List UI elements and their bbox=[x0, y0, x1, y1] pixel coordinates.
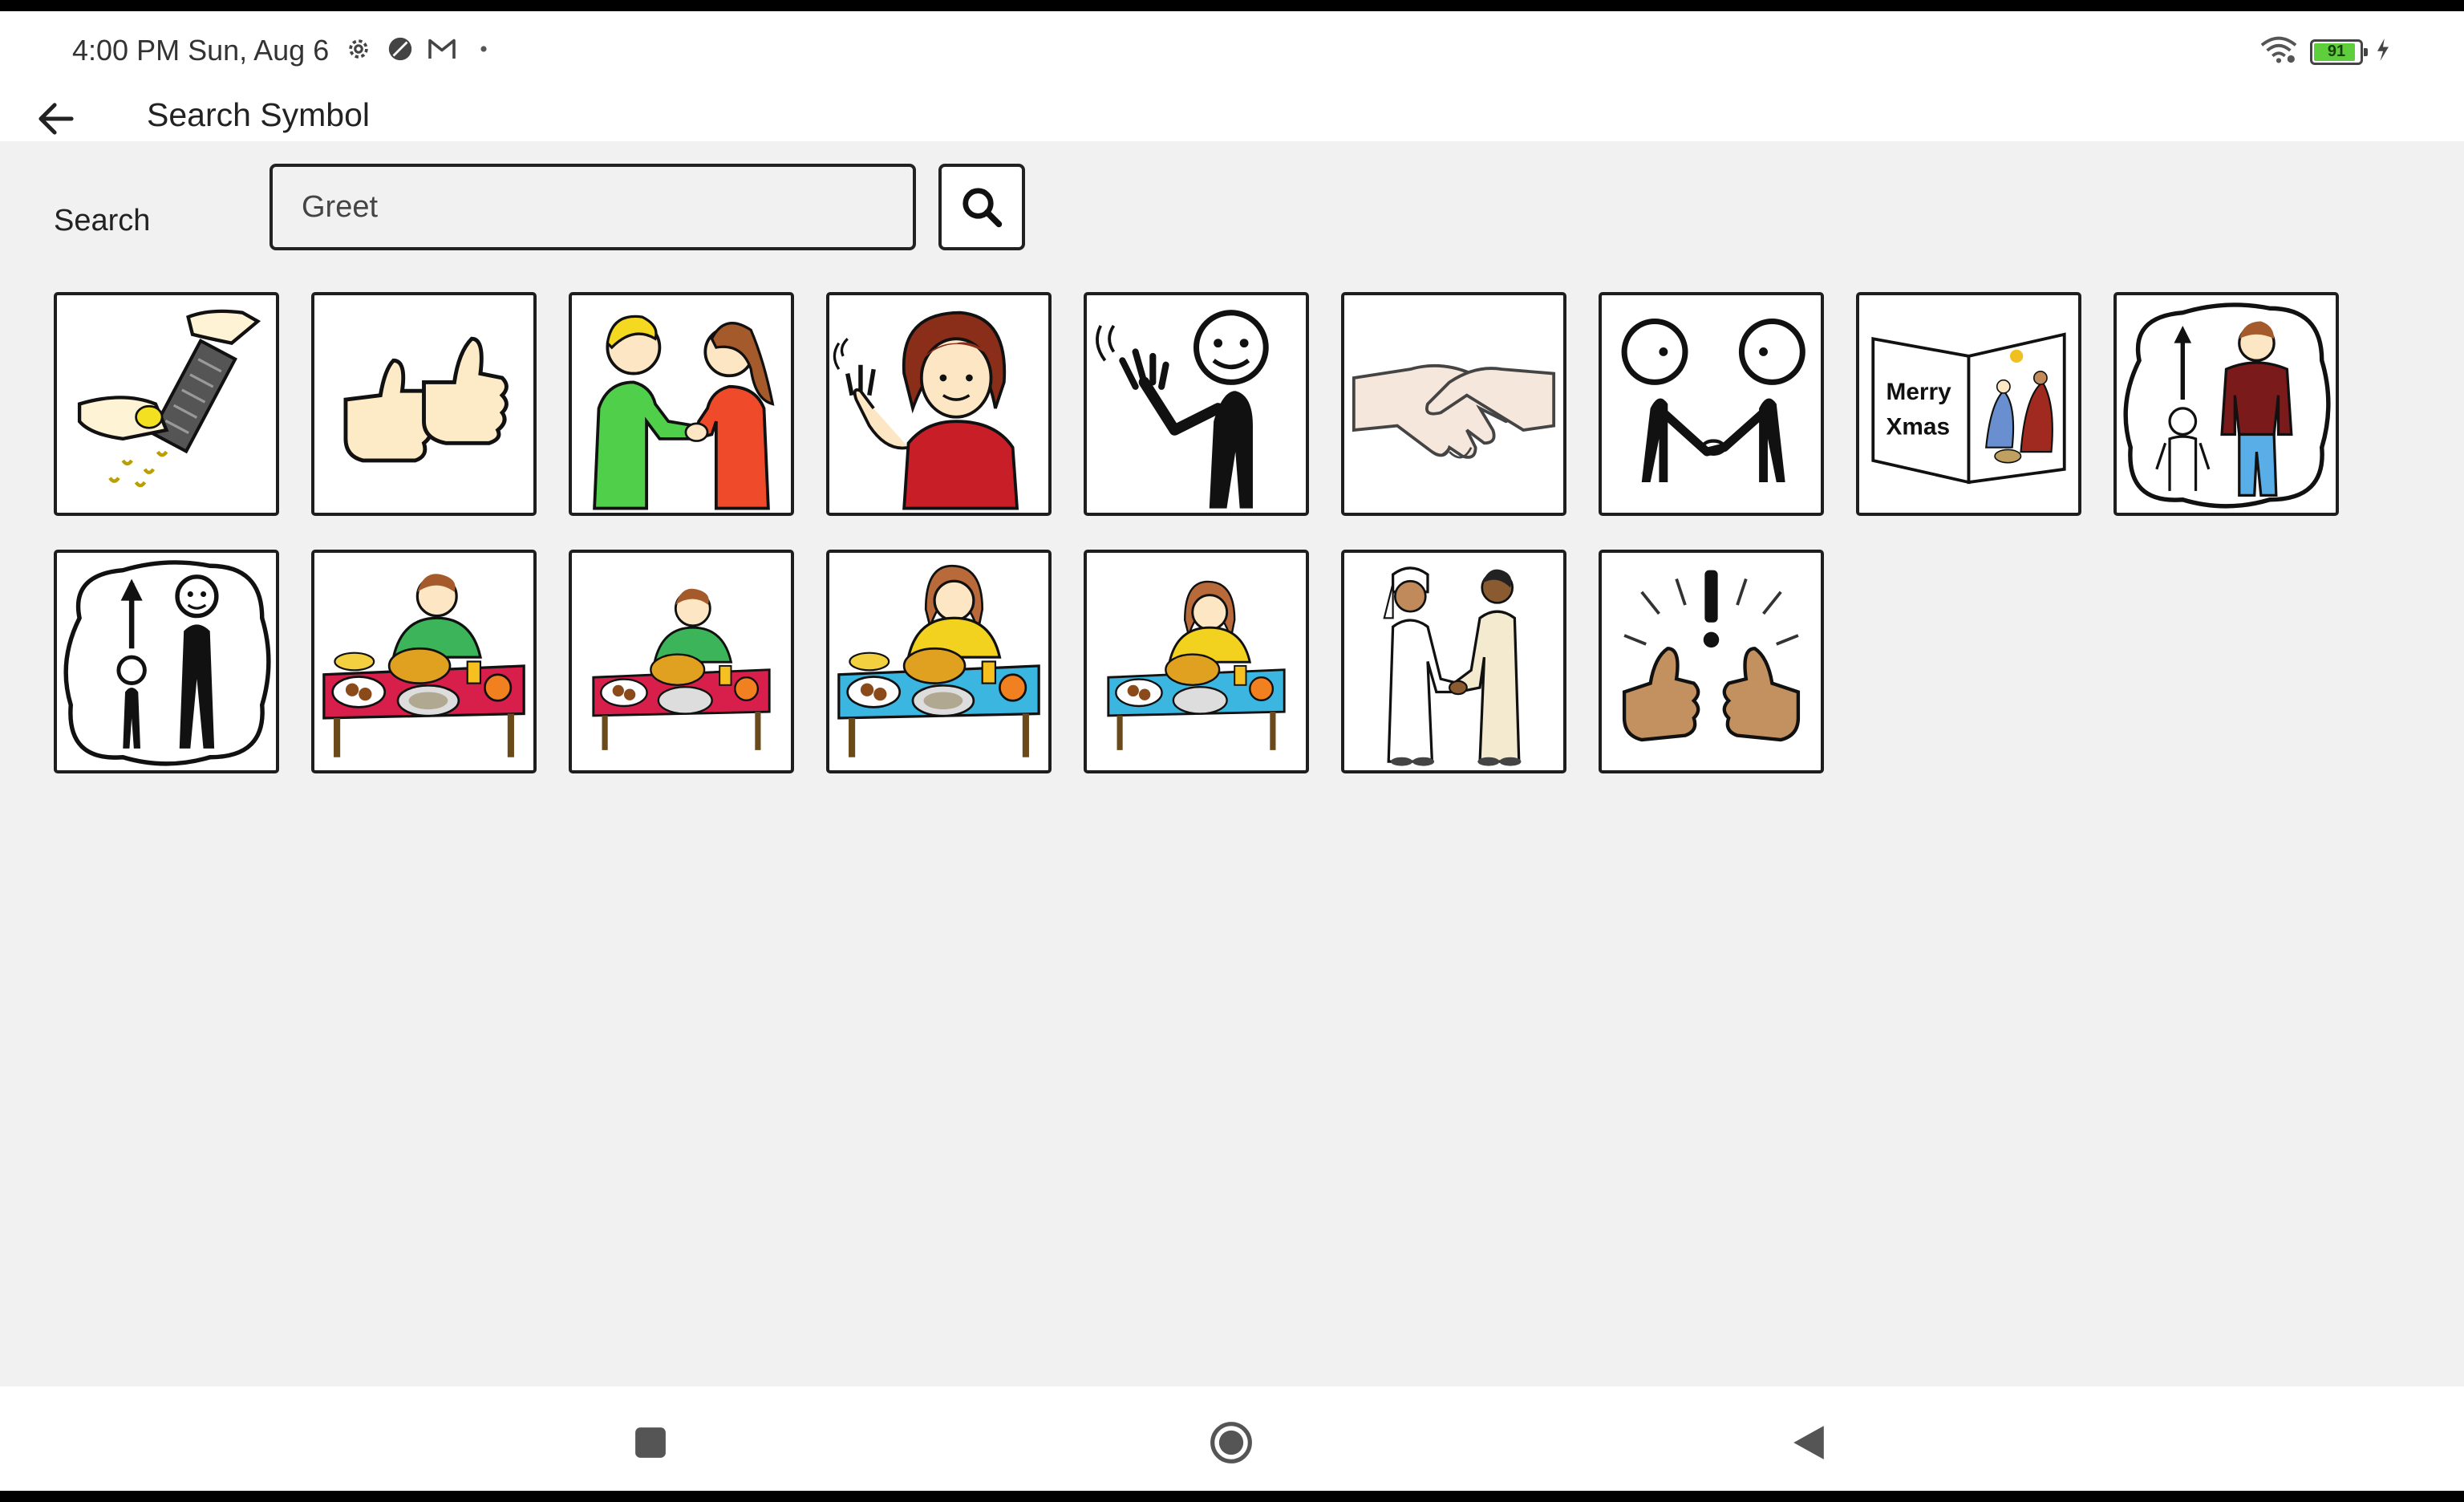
search-button[interactable] bbox=[938, 164, 1025, 250]
thumbs-up-exclaim-icon bbox=[1622, 570, 1801, 742]
symbol-tile[interactable] bbox=[569, 550, 794, 773]
status-bar: 4:00 PM Sun, Aug 6 91 bbox=[0, 11, 2464, 85]
symbol-tile[interactable] bbox=[1341, 550, 1566, 773]
app-bar: 4:00 PM Sun, Aug 6 91 Search Symbol bbox=[0, 11, 2464, 141]
symbol-tile[interactable] bbox=[569, 292, 794, 516]
grating-cheese-hands-icon bbox=[77, 309, 261, 488]
handshake-icon bbox=[1352, 363, 1556, 459]
battery-percent: 91 bbox=[2327, 42, 2346, 60]
search-label: Search bbox=[54, 204, 151, 237]
symbol-tile[interactable] bbox=[1084, 550, 1309, 773]
circle-slash-icon bbox=[385, 34, 415, 64]
settings-icon bbox=[343, 34, 374, 64]
symbol-tile[interactable] bbox=[1599, 550, 1824, 773]
symbol-tile[interactable] bbox=[1084, 292, 1309, 516]
grown-man-with-child-icon bbox=[2123, 302, 2331, 509]
triangle-back-icon bbox=[1793, 1426, 1824, 1459]
girl-waving-icon bbox=[833, 311, 1019, 510]
card-line-1: Merry bbox=[1886, 379, 1952, 405]
status-indicators: 91 bbox=[2260, 35, 2390, 68]
boy-eating-feast-icon bbox=[322, 574, 525, 757]
magnifier-icon bbox=[962, 188, 1003, 228]
symbol-tile[interactable]: Merry Xmas bbox=[1856, 292, 2081, 516]
circle-icon bbox=[1210, 1422, 1252, 1463]
symbol-tile[interactable] bbox=[54, 550, 279, 773]
page-title: Search Symbol bbox=[147, 96, 371, 133]
arrow-left-icon bbox=[38, 103, 74, 135]
merry-xmas-card-icon: Merry Xmas bbox=[1871, 332, 2066, 485]
wifi-icon bbox=[2260, 35, 2297, 68]
system-nav-bar bbox=[0, 1386, 2464, 1491]
symbol-tile[interactable] bbox=[311, 550, 537, 773]
battery-icon: 91 bbox=[2310, 39, 2368, 65]
symbol-tile[interactable] bbox=[1341, 292, 1566, 516]
status-time: 4:00 PM Sun, Aug 6 bbox=[72, 34, 330, 67]
two-thumbs-up-icon bbox=[343, 336, 509, 463]
home-button[interactable] bbox=[1207, 1419, 1255, 1467]
stick-figures-handshake-icon bbox=[1621, 318, 1805, 483]
stick-adult-child-icon bbox=[63, 560, 271, 766]
girl-eating-feast-icon bbox=[837, 564, 1040, 757]
symbol-tile[interactable] bbox=[1599, 292, 1824, 516]
girl-eating-feast-small-icon bbox=[1107, 580, 1286, 750]
gmail-icon bbox=[427, 34, 457, 64]
boy-eating-feast-small-icon bbox=[592, 588, 771, 750]
dot-icon bbox=[468, 34, 499, 64]
symbol-tile[interactable] bbox=[311, 292, 537, 516]
symbol-tile[interactable] bbox=[826, 550, 1052, 773]
symbol-tile[interactable] bbox=[826, 292, 1052, 516]
symbol-tile[interactable] bbox=[54, 292, 279, 516]
notification-icons bbox=[343, 34, 499, 64]
card-line-2: Xmas bbox=[1886, 413, 1951, 440]
charging-icon bbox=[2376, 39, 2390, 65]
symbol-tile[interactable] bbox=[2113, 292, 2339, 516]
two-men-handshake-icon bbox=[1383, 566, 1522, 766]
stick-figure-waving-icon bbox=[1096, 310, 1269, 509]
boy-girl-handshake-icon bbox=[593, 315, 775, 510]
back-button[interactable] bbox=[34, 96, 79, 141]
system-back-button[interactable] bbox=[1785, 1419, 1833, 1467]
recents-button[interactable] bbox=[626, 1419, 675, 1467]
square-icon bbox=[635, 1427, 666, 1458]
search-input[interactable] bbox=[270, 164, 916, 250]
app-screen: 4:00 PM Sun, Aug 6 91 Search Symbol Sear… bbox=[0, 11, 2464, 1491]
